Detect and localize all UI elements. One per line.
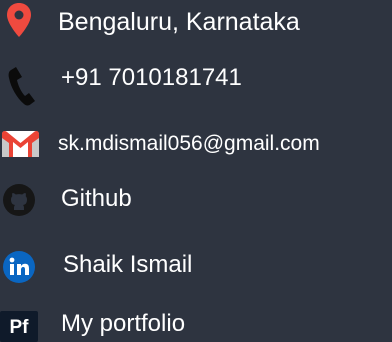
- contact-label-location: Bengaluru, Karnataka: [58, 8, 300, 36]
- location-pin-icon: [6, 2, 32, 38]
- contact-label-portfolio[interactable]: My portfolio: [61, 312, 185, 336]
- contact-item-email[interactable]: sk.mdismail056@gmail.com: [0, 126, 392, 166]
- contact-label-phone[interactable]: +91 7010181741: [61, 66, 242, 90]
- contact-item-phone[interactable]: +91 7010181741: [0, 56, 392, 106]
- contact-item-location: Bengaluru, Karnataka: [0, 0, 392, 40]
- contact-label-github[interactable]: Github: [61, 187, 132, 211]
- linkedin-icon: [3, 251, 35, 283]
- github-icon: [3, 184, 35, 216]
- phone-icon: [8, 66, 36, 106]
- contact-item-linkedin[interactable]: Shaik Ismail: [0, 243, 392, 283]
- contact-label-email[interactable]: sk.mdismail056@gmail.com: [58, 133, 320, 154]
- svg-text:Pf: Pf: [10, 317, 30, 338]
- contact-label-linkedin[interactable]: Shaik Ismail: [63, 253, 192, 277]
- portfolio-icon: Pf: [0, 311, 38, 342]
- contact-item-portfolio[interactable]: Pf My portfolio: [0, 302, 392, 342]
- gmail-icon: [2, 130, 39, 157]
- contact-item-github[interactable]: Github: [0, 177, 392, 217]
